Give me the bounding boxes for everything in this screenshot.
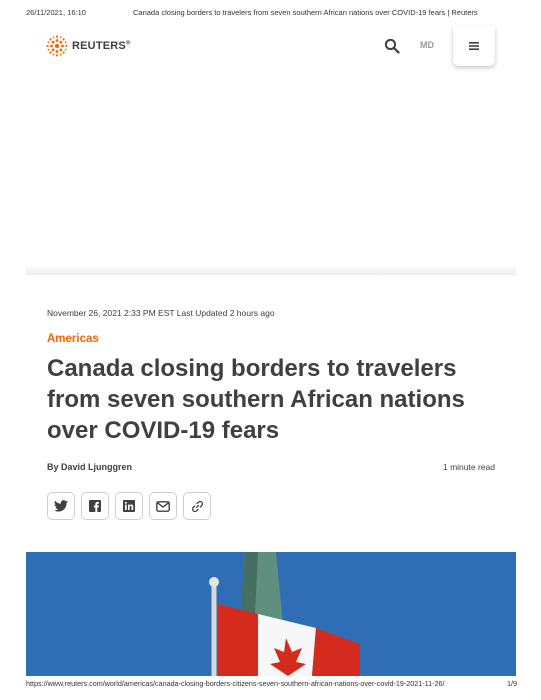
author-byline[interactable]: By David Ljunggren <box>47 462 132 472</box>
share-twitter-button[interactable] <box>47 492 75 520</box>
ad-slot-divider <box>26 265 516 275</box>
article-dateline: November 26, 2021 2:33 PM EST Last Updat… <box>47 308 275 318</box>
article-headline: Canada closing borders to travelers from… <box>47 355 465 444</box>
email-icon <box>156 500 170 512</box>
twitter-icon <box>54 500 68 512</box>
share-facebook-button[interactable] <box>81 492 109 520</box>
site-header: REUTERS® MD <box>26 26 516 66</box>
hero-image <box>26 552 516 676</box>
share-email-button[interactable] <box>149 492 177 520</box>
search-button[interactable] <box>382 36 402 56</box>
link-icon <box>191 500 203 512</box>
menu-button[interactable] <box>453 26 495 66</box>
facebook-icon <box>89 500 101 512</box>
reuters-logo[interactable]: REUTERS® <box>46 35 131 57</box>
linkedin-icon <box>123 500 135 512</box>
logo-mark: ® <box>125 40 131 47</box>
print-url: https://www.reuters.com/world/americas/c… <box>26 679 445 688</box>
print-header: 26/11/2021, 16:10 Canada closing borders… <box>26 8 511 22</box>
category-link[interactable]: Americas <box>47 333 99 345</box>
region-selector[interactable]: MD <box>420 40 434 50</box>
reuters-logo-icon <box>46 35 68 57</box>
canadian-flag-photo <box>26 552 516 676</box>
copy-link-button[interactable] <box>183 492 211 520</box>
hamburger-menu-icon <box>469 42 479 50</box>
read-time: 1 minute read <box>443 462 495 472</box>
logo-text: REUTERS <box>72 40 126 52</box>
print-page-title: Canada closing borders to travelers from… <box>133 8 478 17</box>
article-header: November 26, 2021 2:33 PM EST Last Updat… <box>47 308 497 472</box>
print-page-number: 1/9 <box>507 679 517 688</box>
search-icon <box>384 38 400 54</box>
print-footer: https://www.reuters.com/world/americas/c… <box>26 679 517 691</box>
share-bar <box>47 492 211 520</box>
share-linkedin-button[interactable] <box>115 492 143 520</box>
print-datetime: 26/11/2021, 16:10 <box>26 8 86 17</box>
reuters-wordmark: REUTERS® <box>72 40 131 52</box>
